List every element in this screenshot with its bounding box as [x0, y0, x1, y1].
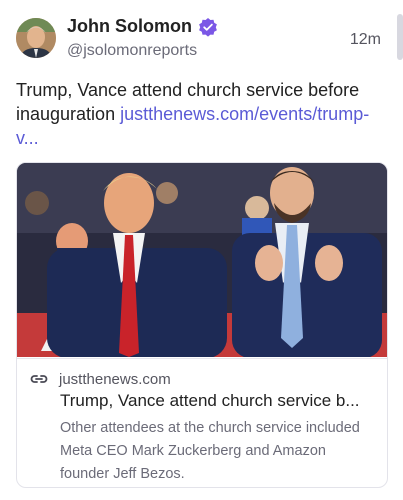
- link-icon: [30, 375, 48, 383]
- author-handle[interactable]: @jsolomonreports: [67, 42, 197, 60]
- verified-badge-icon: [199, 17, 217, 37]
- card-description: Other attendees at the church service in…: [60, 420, 360, 482]
- post-text: Trump, Vance attend church service befor…: [16, 78, 376, 150]
- card-domain-row: justthenews.com: [29, 369, 171, 389]
- scrollbar[interactable]: [397, 14, 403, 60]
- card-domain: justthenews.com: [59, 370, 171, 388]
- news-photo-icon: [17, 163, 387, 357]
- post: John Solomon @jsolomonreports 12m Trump,…: [0, 0, 403, 500]
- avatar[interactable]: [16, 18, 56, 58]
- avatar-photo-icon: [16, 18, 56, 58]
- card-meta: justthenews.com Trump, Vance attend chur…: [17, 358, 387, 482]
- author-row: John Solomon: [67, 16, 218, 37]
- card-title[interactable]: Trump, Vance attend church service b...: [60, 391, 380, 411]
- author-name[interactable]: John Solomon: [67, 16, 192, 37]
- link-preview-card[interactable]: justthenews.com Trump, Vance attend chur…: [16, 162, 388, 488]
- post-time: 12m: [349, 31, 381, 48]
